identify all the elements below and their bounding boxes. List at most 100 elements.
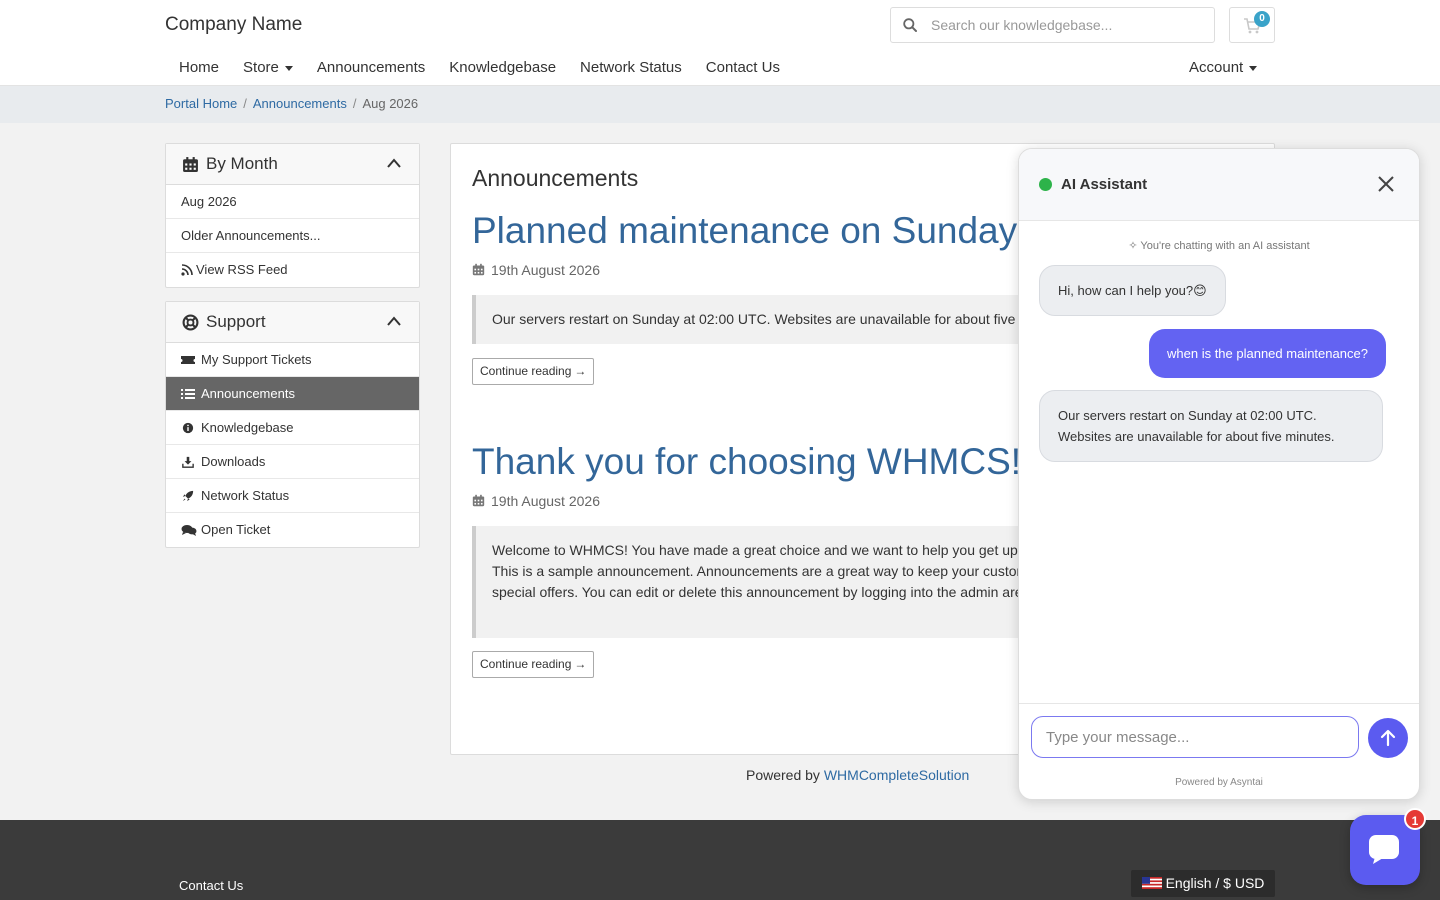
- by-month-title: By Month: [206, 154, 278, 173]
- caret-down-icon: [284, 65, 293, 71]
- caret-down-icon: [1249, 65, 1258, 71]
- breadcrumb-bar: Portal Home / Announcements / Aug 2026: [0, 86, 1440, 123]
- sidebar-item-label: View RSS Feed: [196, 262, 288, 277]
- announcement-title[interactable]: Thank you for choosing WHMCS!: [472, 441, 1021, 483]
- breadcrumb-separator: /: [243, 96, 247, 111]
- breadcrumb: Portal Home / Announcements / Aug 2026: [165, 96, 418, 111]
- nav-contact-us[interactable]: Contact Us: [692, 57, 790, 81]
- send-button[interactable]: [1368, 718, 1408, 758]
- sidebar-item-open-ticket[interactable]: Open Ticket: [166, 513, 419, 547]
- nav-store-label: Store: [243, 59, 279, 76]
- main-nav: Home Store Announcements Knowledgebase N…: [165, 57, 790, 81]
- nav-knowledgebase[interactable]: Knowledgebase: [435, 57, 566, 81]
- site-header: Company Name 0 Home Store Announcements …: [0, 0, 1440, 86]
- announcement-date: 19th August 2026: [472, 262, 600, 278]
- continue-reading-label: Continue reading: [480, 657, 572, 671]
- life-ring-icon: [182, 314, 199, 331]
- announcement-date: 19th August 2026: [472, 493, 600, 509]
- chat-message-bot: Our servers restart on Sunday at 02:00 U…: [1039, 390, 1383, 462]
- breadcrumb-separator: /: [352, 96, 357, 111]
- chevron-up-icon[interactable]: [387, 158, 401, 168]
- announcement-title[interactable]: Planned maintenance on Sunday: [472, 210, 1017, 252]
- support-panel: Support My Support Tickets Announcements…: [165, 301, 420, 548]
- sidebar-item-network-status[interactable]: Network Status: [166, 479, 419, 513]
- download-icon: [182, 456, 194, 468]
- list-icon: [181, 389, 195, 399]
- info-circle-icon: [182, 422, 194, 434]
- support-panel-header[interactable]: Support: [166, 302, 419, 343]
- sidebar-item-label: Downloads: [201, 454, 266, 469]
- brand-name[interactable]: Company Name: [165, 14, 302, 36]
- announcement-date-text: 19th August 2026: [491, 493, 600, 509]
- sidebar-item-rss-feed[interactable]: View RSS Feed: [166, 253, 419, 287]
- chat-ai-notice: ✧ You're chatting with an AI assistant: [1019, 239, 1419, 252]
- nav-store[interactable]: Store: [229, 57, 303, 81]
- unread-count-badge: 1: [1404, 808, 1426, 830]
- chat-message-bot: Hi, how can I help you?😊: [1039, 265, 1226, 316]
- chevron-up-icon[interactable]: [387, 316, 401, 326]
- sidebar-item-label: Announcements: [201, 386, 295, 401]
- chat-title: AI Assistant: [1061, 176, 1148, 193]
- sidebar-item-downloads[interactable]: Downloads: [166, 445, 419, 479]
- search-icon: [903, 18, 917, 32]
- ticket-icon: [181, 356, 195, 364]
- rocket-icon: [182, 490, 194, 502]
- sidebar-item-my-support-tickets[interactable]: My Support Tickets: [166, 343, 419, 377]
- breadcrumb-current: Aug 2026: [362, 96, 419, 111]
- sidebar-item-announcements[interactable]: Announcements: [166, 377, 419, 411]
- nav-account-label: Account: [1189, 59, 1244, 76]
- chat-message-input[interactable]: [1031, 716, 1359, 758]
- continue-reading-button[interactable]: Continue reading →: [472, 358, 595, 385]
- by-month-panel: By Month Aug 2026 Older Announcements...…: [165, 143, 420, 288]
- nav-announcements[interactable]: Announcements: [303, 57, 435, 81]
- chat-message-user: when is the planned maintenance?: [1149, 329, 1386, 378]
- powered-by-link[interactable]: WHMCompleteSolution: [824, 767, 970, 783]
- sidebar-item-older-announcements[interactable]: Older Announcements...: [166, 219, 419, 253]
- chat-input-area: [1019, 703, 1419, 771]
- calendar-icon: [472, 263, 485, 276]
- search-input[interactable]: [931, 8, 1211, 42]
- rss-icon: [181, 264, 193, 276]
- by-month-panel-header[interactable]: By Month: [166, 144, 419, 185]
- arrow-up-icon: [1380, 729, 1396, 747]
- close-icon[interactable]: [1377, 175, 1395, 193]
- chat-widget: AI Assistant ✧ You're chatting with an A…: [1018, 148, 1420, 800]
- cart-button[interactable]: 0: [1229, 7, 1275, 43]
- cart-count-badge: 0: [1254, 11, 1270, 27]
- arrow-right-icon: →: [574, 657, 587, 671]
- calendar-icon: [183, 157, 198, 172]
- nav-network-status[interactable]: Network Status: [566, 57, 692, 81]
- support-title: Support: [206, 312, 266, 331]
- powered-by: Powered by WHMCompleteSolution: [746, 767, 969, 783]
- nav-home[interactable]: Home: [165, 57, 229, 81]
- online-status-dot: [1039, 178, 1052, 191]
- language-currency-label: English / $ USD: [1165, 875, 1265, 891]
- chat-ai-notice-text: You're chatting with an AI assistant: [1140, 240, 1310, 252]
- page-title: Announcements: [472, 165, 639, 191]
- chat-bubble-icon: [1369, 835, 1399, 864]
- us-flag-icon: [1141, 877, 1162, 889]
- sidebar-item-knowledgebase[interactable]: Knowledgebase: [166, 411, 419, 445]
- continue-reading-button[interactable]: Continue reading →: [472, 651, 595, 678]
- sidebar-item-aug-2026[interactable]: Aug 2026: [166, 185, 419, 219]
- breadcrumb-announcements[interactable]: Announcements: [253, 96, 347, 111]
- language-currency-button[interactable]: English / $ USD: [1131, 870, 1275, 897]
- footer-contact-us[interactable]: Contact Us: [179, 878, 243, 893]
- calendar-icon: [472, 494, 485, 507]
- continue-reading-label: Continue reading: [480, 364, 572, 378]
- announcement-date-text: 19th August 2026: [491, 262, 600, 278]
- site-footer: Contact Us English / $ USD: [0, 820, 1440, 900]
- sparkle-icon: ✧: [1128, 240, 1141, 252]
- sidebar-item-label: Open Ticket: [201, 522, 271, 537]
- arrow-right-icon: →: [574, 364, 587, 378]
- chat-powered-by[interactable]: Powered by Asyntai: [1019, 777, 1419, 788]
- chat-header: AI Assistant: [1019, 149, 1419, 221]
- sidebar-item-label: Knowledgebase: [201, 420, 294, 435]
- sidebar-item-label: Aug 2026: [181, 194, 237, 209]
- breadcrumb-portal-home[interactable]: Portal Home: [165, 96, 237, 111]
- sidebar-item-label: Older Announcements...: [181, 228, 321, 243]
- knowledgebase-search[interactable]: [890, 7, 1215, 43]
- sidebar-item-label: My Support Tickets: [201, 352, 312, 367]
- nav-account[interactable]: Account: [1189, 57, 1258, 79]
- sidebar-item-label: Network Status: [201, 488, 290, 503]
